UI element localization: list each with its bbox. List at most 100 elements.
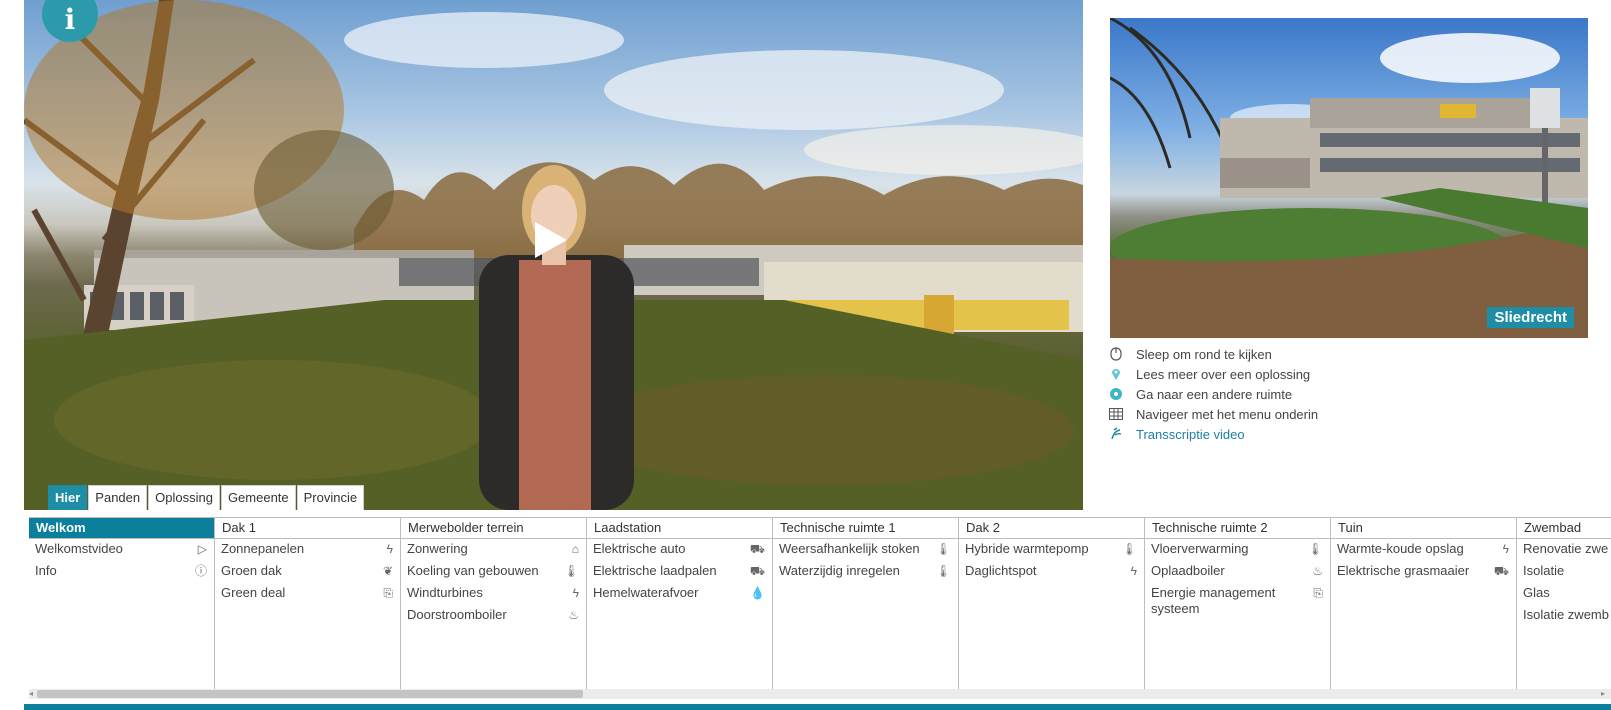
- accessibility-icon: [1108, 426, 1124, 442]
- menu-item-icon: ⛟: [749, 564, 765, 578]
- menu-item-label: Oplaadboiler: [1151, 563, 1225, 578]
- menu-column-header[interactable]: Welkom: [29, 518, 214, 539]
- menu-column-header[interactable]: Zwembad: [1517, 518, 1611, 539]
- preview-scene: [1110, 18, 1588, 338]
- tab-gemeente[interactable]: Gemeente: [220, 485, 296, 510]
- scroll-thumb[interactable]: [37, 690, 583, 698]
- menu-item-label: Elektrische grasmaaier: [1337, 563, 1470, 578]
- menu-item[interactable]: Info ⓘ: [29, 561, 214, 583]
- legend-item: Navigeer met het menu onderin: [1108, 404, 1318, 424]
- menu-item[interactable]: Waterzijdig inregelen 🌡: [773, 561, 958, 583]
- play-icon[interactable]: [529, 220, 569, 260]
- grid-icon: [1108, 406, 1124, 422]
- menu-column-header[interactable]: Merwebolder terrein: [401, 518, 586, 539]
- legend-item: Ga naar een andere ruimte: [1108, 384, 1318, 404]
- menu-item-icon: ⓘ: [194, 564, 207, 578]
- menu-item-label: Waterzijdig inregelen: [779, 563, 900, 578]
- menu-item[interactable]: Renovatie zwe: [1517, 539, 1611, 561]
- menu-item[interactable]: Isolatie zwemb: [1517, 605, 1611, 627]
- tab-oplossing[interactable]: Oplossing: [148, 485, 220, 510]
- menu-item-label: Elektrische laadpalen: [593, 563, 717, 578]
- menu-item-label: Vloerverwarming: [1151, 541, 1249, 556]
- menu-item[interactable]: Glas: [1517, 583, 1611, 605]
- menu-item-icon: ♨: [568, 608, 579, 622]
- mouse-icon: [1108, 346, 1124, 362]
- menu-item-icon: ⛟: [749, 542, 765, 556]
- menu-column: Tuin Warmte-koude opslag ϟ Elektrische gras…: [1331, 518, 1517, 690]
- menu-column: Technische ruimte 1 Weersafhankelijk stok…: [773, 518, 959, 690]
- menu-scrollbar[interactable]: ◂ ▸: [29, 689, 1611, 699]
- menu-column-header[interactable]: Dak 2: [959, 518, 1144, 539]
- menu-item[interactable]: Hemelwaterafvoer 💧: [587, 583, 772, 605]
- menu-item[interactable]: Doorstroomboiler ♨: [401, 605, 586, 627]
- menu-item[interactable]: Groen dak ❦: [215, 561, 400, 583]
- tab-hier[interactable]: Hier: [48, 485, 88, 510]
- menu-item-icon: ♨: [1312, 564, 1323, 578]
- location-label: Sliedrecht: [1487, 307, 1574, 328]
- menu-item-icon: ▷: [197, 542, 207, 556]
- menu-item-icon: 🌡: [935, 542, 951, 556]
- menu-item-label: Warmte-koude opslag: [1337, 541, 1464, 556]
- menu-item[interactable]: Hybride warmtepomp 🌡: [959, 539, 1144, 561]
- tab-panden[interactable]: Panden: [88, 485, 148, 510]
- menu-item-label: Elektrische auto: [593, 541, 686, 556]
- menu-item-label: Info: [35, 563, 57, 578]
- menu-column-header[interactable]: Laadstation: [587, 518, 772, 539]
- menu-item[interactable]: Green deal ⎘: [215, 583, 400, 605]
- menu-item-label: Glas: [1523, 585, 1550, 600]
- menu-item[interactable]: Windturbines ϟ: [401, 583, 586, 605]
- scroll-right-icon[interactable]: ▸: [1601, 689, 1609, 699]
- legend-label: Ga naar een andere ruimte: [1136, 386, 1293, 402]
- pin-icon: [1108, 366, 1124, 382]
- menu-column: Dak 2 Hybride warmtepomp 🌡 Daglichtspot ϟ: [959, 518, 1145, 690]
- menu-item-icon: ⌂: [571, 542, 579, 556]
- panorama-view[interactable]: i Hier Panden Oplossing Gemeente Provinc…: [24, 0, 1083, 510]
- menu-item[interactable]: Elektrische grasmaaier ⛟: [1331, 561, 1516, 583]
- menu-item[interactable]: Zonwering ⌂: [401, 539, 586, 561]
- scroll-left-icon[interactable]: ◂: [29, 689, 37, 699]
- menu-item-icon: ⛟: [1493, 564, 1509, 578]
- legend-label: Sleep om rond te kijken: [1136, 346, 1272, 362]
- menu-item[interactable]: Daglichtspot ϟ: [959, 561, 1144, 583]
- view-tabs: Hier Panden Oplossing Gemeente Provincie: [48, 485, 365, 510]
- menu-column-header[interactable]: Dak 1: [215, 518, 400, 539]
- menu-item[interactable]: Vloerverwarming 🌡: [1145, 539, 1330, 561]
- info-badge-label: i: [64, 3, 76, 36]
- menu-column-header[interactable]: Tuin: [1331, 518, 1516, 539]
- menu-item-label: Groen dak: [221, 563, 282, 578]
- menu-item-label: Isolatie zwemb: [1523, 607, 1609, 622]
- menu-item[interactable]: Welkomstvideo ▷: [29, 539, 214, 561]
- menu-column: Zwembad Renovatie zwe Isolatie Glas Isolatie…: [1517, 518, 1611, 690]
- menu-item-icon: ❦: [382, 564, 393, 578]
- menu-column: Dak 1 Zonnepanelen ϟ Groen dak ❦ Green deal ⎘: [215, 518, 401, 690]
- menu-item[interactable]: Oplaadboiler ♨: [1145, 561, 1330, 583]
- menu-item-label: Hemelwaterafvoer: [593, 585, 699, 600]
- menu-item-icon: ϟ: [1130, 564, 1137, 578]
- menu-item[interactable]: Elektrische auto ⛟: [587, 539, 772, 561]
- transcript-link[interactable]: Transscriptie video: [1108, 424, 1318, 444]
- menu-item[interactable]: Warmte-koude opslag ϟ: [1331, 539, 1516, 561]
- location-preview[interactable]: Sliedrecht: [1110, 18, 1588, 338]
- menu-item[interactable]: Koeling van gebouwen 🌡: [401, 561, 586, 583]
- footer-bar: [24, 704, 1611, 710]
- menu-item-label: Doorstroomboiler: [407, 607, 507, 622]
- menu-column: Merwebolder terrein Zonwering ⌂ Koeling van…: [401, 518, 587, 690]
- menu-item-icon: 🌡: [1307, 542, 1323, 556]
- menu-item[interactable]: Elektrische laadpalen ⛟: [587, 561, 772, 583]
- menu-item-label: Zonnepanelen: [221, 541, 305, 556]
- menu-column-header[interactable]: Technische ruimte 1: [773, 518, 958, 539]
- menu-item-label: Hybride warmtepomp: [965, 541, 1089, 556]
- menu-item-label: Windturbines: [407, 585, 483, 600]
- menu-item-icon: ϟ: [386, 542, 393, 556]
- room-menu: Welkom Welkomstvideo ▷ Info ⓘ Dak 1 Zonnepanel…: [29, 517, 1611, 690]
- menu-item-icon: 🌡: [935, 564, 951, 578]
- menu-item[interactable]: Energie management systeem ⎘: [1145, 583, 1330, 619]
- tab-provincie[interactable]: Provincie: [296, 485, 365, 510]
- menu-column-header[interactable]: Technische ruimte 2: [1145, 518, 1330, 539]
- menu-item[interactable]: Zonnepanelen ϟ: [215, 539, 400, 561]
- menu-item[interactable]: Weersafhankelijk stoken 🌡: [773, 539, 958, 561]
- legend-label: Lees meer over een oplossing: [1136, 366, 1311, 382]
- menu-item-label: Energie management systeem: [1151, 585, 1276, 616]
- menu-item[interactable]: Isolatie: [1517, 561, 1611, 583]
- navigate-icon: [1108, 386, 1124, 402]
